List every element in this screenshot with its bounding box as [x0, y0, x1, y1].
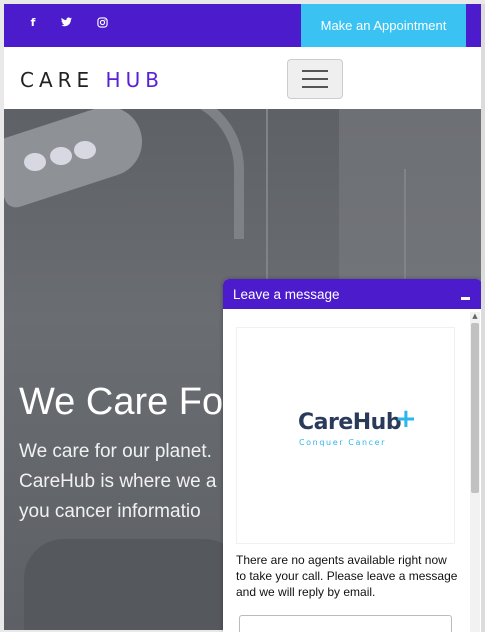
hero-equipment [24, 539, 244, 630]
navbar: CARE HUB [4, 47, 481, 109]
twitter-icon[interactable] [58, 14, 74, 30]
instagram-icon[interactable] [94, 14, 110, 30]
minimize-icon[interactable] [461, 290, 471, 300]
chat-message: There are no agents available right now … [236, 553, 458, 599]
name-input[interactable] [239, 615, 452, 632]
hamburger-icon-bar [302, 78, 328, 80]
facebook-icon[interactable]: f [25, 14, 41, 30]
hero-title: We Care Fo [19, 381, 224, 423]
chat-scrollbar-thumb[interactable] [471, 323, 479, 493]
page-scrollbar[interactable] [481, 4, 485, 632]
menu-toggle-button[interactable] [287, 59, 343, 99]
top-bar: f Make an Appointment [4, 4, 481, 47]
hero-lamp-arm [154, 109, 244, 239]
hamburger-icon-bar [302, 86, 328, 88]
chat-title: Leave a message [233, 287, 340, 302]
chat-body: CareHub + Conquer Cancer There are no ag… [223, 309, 482, 632]
hero-lamp-bulb [24, 153, 46, 171]
carehub-logo: CareHub + Conquer Cancer [236, 327, 455, 544]
brand-logo[interactable]: CARE HUB [20, 68, 164, 92]
logo-name: CareHub [298, 410, 402, 435]
scroll-up-icon[interactable]: ▲ [471, 312, 479, 320]
chat-header[interactable]: Leave a message [223, 279, 482, 309]
brand-part-care: CARE [20, 68, 95, 92]
hero-lamp-bulb [74, 141, 96, 159]
hamburger-icon-bar [302, 70, 328, 72]
chat-widget: Leave a message CareHub + Conquer Cancer… [223, 279, 482, 632]
brand-part-hub: HUB [105, 68, 164, 92]
make-appointment-button[interactable]: Make an Appointment [301, 4, 466, 47]
hero-lamp-bulb [50, 147, 72, 165]
plus-icon: + [395, 404, 417, 434]
logo-tagline: Conquer Cancer [299, 438, 387, 447]
